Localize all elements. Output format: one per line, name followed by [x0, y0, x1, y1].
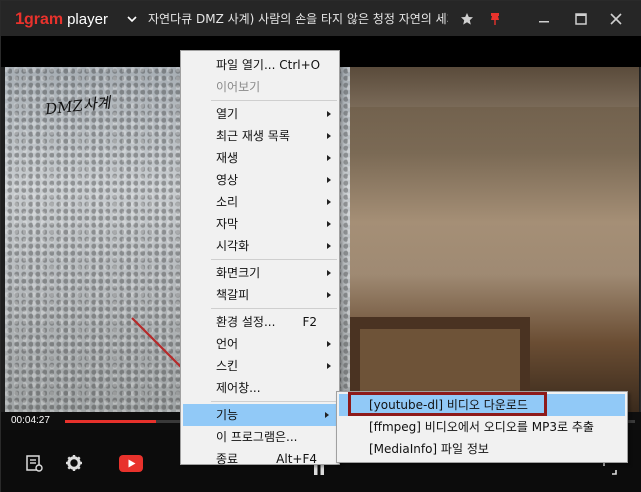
menu-item-exit[interactable]: 종료 Alt+F4	[181, 448, 339, 470]
context-menu: 파일 열기... Ctrl+O 이어보기 열기 최근 재생 목록 재생 영상 소…	[180, 50, 340, 466]
close-icon[interactable]	[606, 9, 626, 29]
submenu-arrow-icon	[327, 133, 331, 139]
window-title: 자연다큐 DMZ 사계) 사람의 손을 타지 않은 청정 자연의 세계	[148, 12, 448, 26]
menu-separator	[211, 100, 337, 101]
menu-item-visualize[interactable]: 시각화	[181, 235, 339, 257]
menu-item-label: 자막	[216, 217, 239, 231]
menu-separator	[211, 401, 337, 402]
menu-item-label: 소리	[216, 195, 239, 209]
menu-item-about[interactable]: 이 프로그램은...	[181, 426, 339, 448]
menu-item-screen-size[interactable]: 화면크기	[181, 262, 339, 284]
menu-item-shortcut: F2	[302, 315, 317, 329]
menu-item-label: 종료	[216, 452, 239, 466]
submenu-arrow-icon	[327, 221, 331, 227]
menu-item-label: 열기	[216, 107, 239, 121]
menu-item-label: 제어창...	[216, 381, 261, 395]
menu-item-label: 파일 열기... Ctrl+O	[216, 58, 321, 72]
minimize-icon[interactable]	[534, 9, 554, 29]
menu-item-subtitle[interactable]: 자막	[181, 213, 339, 235]
menu-item-sound[interactable]: 소리	[181, 191, 339, 213]
menu-separator	[211, 308, 337, 309]
submenu-arrow-icon	[327, 155, 331, 161]
submenu-arrow-icon	[327, 177, 331, 183]
submenu-item-mediainfo[interactable]: [MediaInfo] 파일 정보	[337, 438, 627, 460]
menu-item-label: 영상	[216, 173, 239, 187]
menu-item-label: 스킨	[216, 359, 239, 373]
current-time: 00:04:27	[11, 415, 50, 426]
menu-item-label: 환경 설정...	[216, 315, 276, 329]
logo-player: player	[67, 11, 108, 28]
youtube-icon[interactable]	[118, 453, 144, 473]
menu-item-features[interactable]: 기능	[183, 404, 337, 426]
submenu-arrow-icon	[327, 292, 331, 298]
submenu-arrow-icon	[327, 341, 331, 347]
menu-item-label: 시각화	[216, 239, 250, 253]
logo-word: gram	[23, 11, 64, 28]
menu-item-label: 화면크기	[216, 266, 261, 280]
menu-item-control-window[interactable]: 제어창...	[181, 377, 339, 399]
menu-item-preferences[interactable]: 환경 설정... F2	[181, 311, 339, 333]
star-icon[interactable]	[457, 9, 477, 29]
title-bar: 1 gram player 자연다큐 DMZ 사계) 사람의 손을 타지 않은 …	[1, 1, 641, 36]
chevron-down-icon[interactable]	[125, 11, 139, 25]
menu-item-label: 이어보기	[216, 80, 261, 94]
menu-item-open[interactable]: 열기	[181, 103, 339, 125]
gear-icon[interactable]	[63, 452, 85, 474]
submenu-arrow-icon	[327, 199, 331, 205]
menu-item-label: 재생	[216, 151, 239, 165]
pin-icon[interactable]	[485, 9, 505, 29]
menu-item-resume: 이어보기	[181, 76, 339, 98]
menu-item-label: 기능	[216, 408, 239, 422]
menu-item-language[interactable]: 언어	[181, 333, 339, 355]
menu-item-open-file[interactable]: 파일 열기... Ctrl+O	[181, 54, 339, 76]
submenu-arrow-icon	[327, 111, 331, 117]
menu-item-shortcut: Alt+F4	[276, 452, 317, 466]
menu-item-label: 언어	[216, 337, 239, 351]
menu-item-label: 책갈피	[216, 288, 250, 302]
playlist-icon[interactable]	[23, 452, 45, 474]
logo-number: 1	[15, 9, 24, 28]
seek-progress	[65, 420, 157, 423]
app-logo[interactable]: 1 gram player	[15, 9, 108, 29]
menu-item-label: 최근 재생 목록	[216, 129, 290, 143]
video-frame-beam	[350, 67, 639, 107]
menu-separator	[211, 259, 337, 260]
menu-item-video[interactable]: 영상	[181, 169, 339, 191]
submenu-arrow-icon	[327, 270, 331, 276]
maximize-icon[interactable]	[571, 9, 591, 29]
submenu-arrow-icon	[325, 412, 329, 418]
submenu-item-ffmpeg[interactable]: [ffmpeg] 비디오에서 오디오를 MP3로 추출	[337, 416, 627, 438]
menu-item-label: 이 프로그램은...	[216, 430, 298, 444]
submenu-arrow-icon	[327, 243, 331, 249]
annotation-highlight-box	[348, 392, 547, 416]
submenu-arrow-icon	[327, 363, 331, 369]
menu-item-play[interactable]: 재생	[181, 147, 339, 169]
menu-item-recent[interactable]: 최근 재생 목록	[181, 125, 339, 147]
menu-item-skin[interactable]: 스킨	[181, 355, 339, 377]
menu-item-bookmark[interactable]: 책갈피	[181, 284, 339, 306]
